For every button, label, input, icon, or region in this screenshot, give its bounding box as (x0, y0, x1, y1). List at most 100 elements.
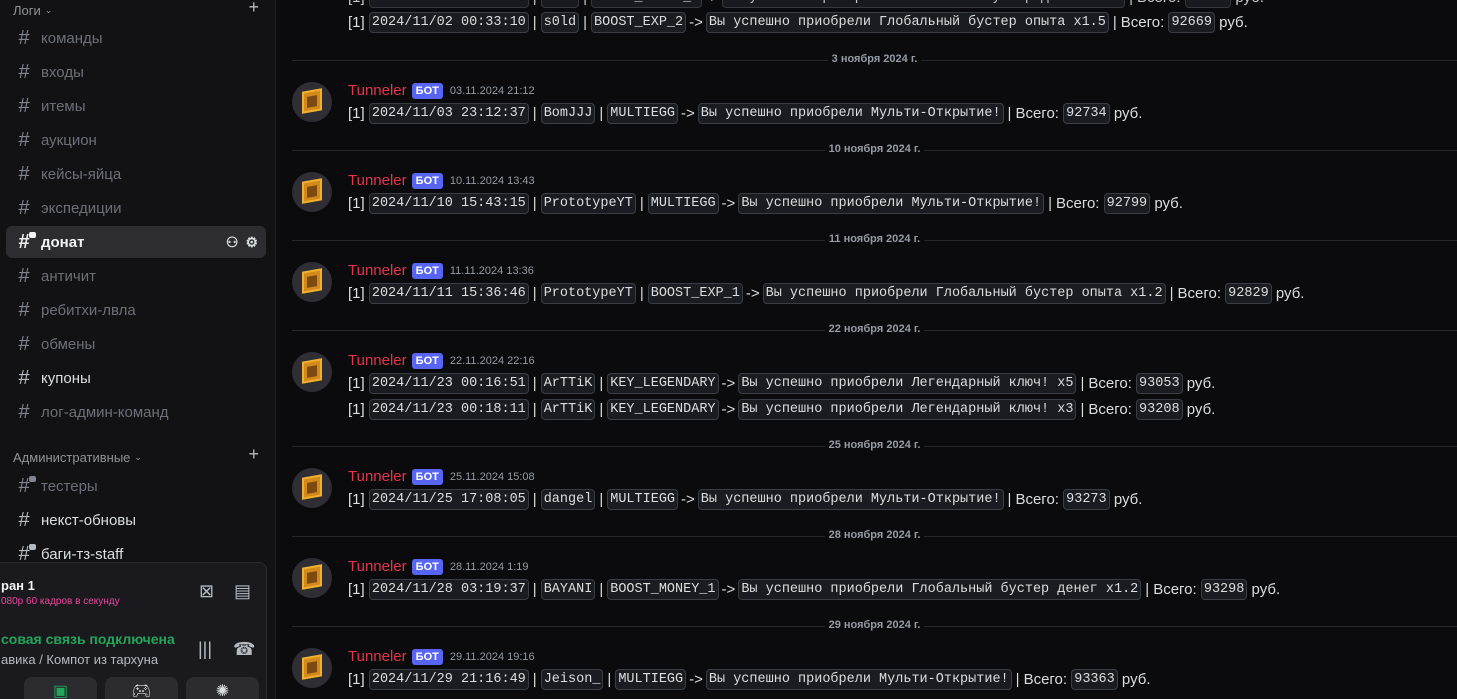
tunneler-logo-icon (302, 268, 322, 294)
clips-icon[interactable]: ▤ (234, 581, 251, 602)
message-timestamp[interactable]: 25.11.2024 15:08 (450, 471, 535, 483)
category-admin[interactable]: Административные ⌄ + (13, 444, 265, 467)
hashtag-icon: # (18, 27, 30, 49)
camera-button[interactable]: ▣ (24, 677, 97, 699)
currency-label: руб. (1154, 194, 1183, 212)
author-name[interactable]: Tunneler (348, 262, 407, 279)
stop-stream-icon[interactable]: ⊠ (199, 581, 214, 602)
sidebar-channel-item[interactable]: # античит (6, 260, 266, 292)
log-message-line-clipped: [1] 2024/11/02 00:33:00|s0ld|BOOST_MONEY… (348, 0, 1264, 8)
date-divider-label: 11 ноября 2024 г. (824, 233, 925, 245)
settings-gear-icon[interactable]: ⚙ (245, 233, 258, 251)
total-value-code: 93298 (1200, 578, 1248, 600)
avatar[interactable] (292, 558, 332, 598)
sidebar-channel-item[interactable]: # ребитхи-лвла (6, 294, 266, 326)
hashtag-icon: # (18, 401, 30, 423)
avatar[interactable] (292, 172, 332, 212)
date-divider-label: 25 ноября 2024 г. (824, 439, 925, 451)
category-logs-label: Логи (13, 2, 41, 18)
sidebar-channel-item[interactable]: # входы (6, 56, 266, 88)
bot-badge: БОТ (411, 558, 443, 575)
total-label: Всего: (1015, 104, 1059, 122)
username-code: s0ld (540, 11, 580, 33)
bot-badge: БОТ (411, 352, 443, 369)
sidebar-channel-item[interactable]: # итемы (6, 90, 266, 122)
avatar[interactable] (292, 82, 332, 122)
author-name[interactable]: Tunneler (348, 648, 407, 665)
sidebar-channel-item[interactable]: # купоны (6, 362, 266, 394)
avatar[interactable] (292, 352, 332, 392)
author-name[interactable]: Tunneler (348, 468, 407, 485)
total-label: Всего: (1153, 580, 1197, 598)
voice-channel-name[interactable]: авика / Компот из тархуна (1, 652, 158, 667)
message-timestamp[interactable]: 11.11.2024 13:36 (450, 265, 534, 277)
channel-label: входы (41, 63, 84, 81)
channel-label: итемы (41, 97, 86, 115)
message-timestamp[interactable]: 22.11.2024 22:16 (450, 355, 535, 367)
voice-status[interactable]: совая связь подключена (1, 631, 175, 647)
avatar[interactable] (292, 262, 332, 302)
author-name[interactable]: Tunneler (348, 558, 407, 575)
message-header: Tunneler БОТ 03.11.2024 21:12 (348, 82, 535, 99)
invite-icon[interactable]: ⚇ (226, 233, 239, 251)
tunneler-logo-icon (302, 178, 322, 204)
log-message-line: [1] 2024/11/11 15:36:46 | PrototypeYT | BOOS… (348, 282, 1305, 304)
log-message-line: [1] 2024/11/10 15:43:15 | PrototypeYT | MULT… (348, 192, 1183, 214)
stream-name: ран 1 (1, 578, 35, 593)
sidebar-channel-item[interactable]: # экспедиции (6, 192, 266, 224)
total-value-code: 92734 (1063, 102, 1110, 124)
message-header: Tunneler БОТ 22.11.2024 22:16 (348, 352, 535, 369)
sidebar-channel-item[interactable]: # лог-админ-команд (6, 396, 266, 428)
sidebar-channel-item[interactable]: # команды (6, 22, 266, 54)
noise-suppression-icon[interactable]: ||| (198, 639, 212, 660)
date-divider: 25 ноября 2024 г. (292, 439, 1457, 451)
log-prefix: [1] (348, 104, 365, 122)
sidebar-channel-item[interactable]: # тестеры (6, 470, 266, 502)
gamepad-icon: 🎮︎ (131, 683, 152, 699)
create-channel-icon[interactable]: + (248, 444, 259, 464)
message-timestamp[interactable]: 28.11.2024 1:19 (450, 561, 529, 573)
message-timestamp[interactable]: 10.11.2024 13:43 (450, 175, 535, 187)
sidebar-channel-item[interactable]: # кейсы-яйца (6, 158, 266, 190)
total-value-code: 93208 (1136, 398, 1183, 420)
channel-label: донат (41, 233, 85, 251)
date-divider: 11 ноября 2024 г. (292, 233, 1457, 245)
message-header: Tunneler БОТ 25.11.2024 15:08 (348, 468, 535, 485)
log-prefix: [1] (348, 374, 365, 392)
total-label: Всего: (1015, 490, 1059, 508)
avatar[interactable] (292, 468, 332, 508)
hashtag-icon: # (18, 265, 30, 287)
sidebar-channel-item[interactable]: # донат ⚇ ⚙ (6, 226, 266, 258)
sidebar-channel-item[interactable]: # аукцион (6, 124, 266, 156)
username-code: PrototypeYT (540, 192, 636, 214)
message-timestamp[interactable]: 29.11.2024 19:16 (450, 651, 535, 663)
avatar[interactable] (292, 648, 332, 688)
datetime-code: 2024/11/10 15:43:15 (368, 192, 529, 214)
username-code: Jeison_ (540, 668, 604, 690)
author-name[interactable]: Tunneler (348, 352, 407, 369)
activity-button[interactable]: 🎮︎ (105, 677, 178, 699)
channel-sidebar: Логи ⌄ + # команды # входы # итемы # аукцион # ке… (0, 0, 276, 699)
sidebar-channel-item[interactable]: # обмены (6, 328, 266, 360)
soundboard-button[interactable]: ✺ (186, 677, 259, 699)
username-code: BAYANI (540, 578, 596, 600)
message-header: Tunneler БОТ 29.11.2024 19:16 (348, 648, 535, 665)
tunneler-logo-icon (302, 474, 322, 500)
create-channel-icon[interactable]: + (248, 0, 259, 17)
sidebar-channel-item[interactable]: # некст-обновы (6, 504, 266, 536)
total-value-code: 92829 (1225, 282, 1272, 304)
datetime-code: 2024/11/23 00:16:51 (368, 372, 529, 394)
author-name[interactable]: Tunneler (348, 82, 407, 99)
disconnect-icon[interactable]: ☎ (233, 639, 255, 660)
message-timestamp[interactable]: 03.11.2024 21:12 (450, 85, 535, 97)
tunneler-logo-icon (302, 564, 322, 590)
log-prefix: [1] (348, 580, 365, 598)
bot-badge: БОТ (411, 82, 443, 99)
tunneler-logo-icon (302, 88, 322, 114)
item-code: KEY_LEGENDARY (607, 398, 719, 420)
hashtag-icon: # (18, 197, 30, 219)
currency-label: руб. (1121, 670, 1151, 688)
log-message-line: [1] 2024/11/02 00:33:10 | s0ld | BOOST_EXP_2… (348, 11, 1248, 33)
author-name[interactable]: Tunneler (348, 172, 407, 189)
category-logs[interactable]: Логи ⌄ + (13, 0, 265, 20)
